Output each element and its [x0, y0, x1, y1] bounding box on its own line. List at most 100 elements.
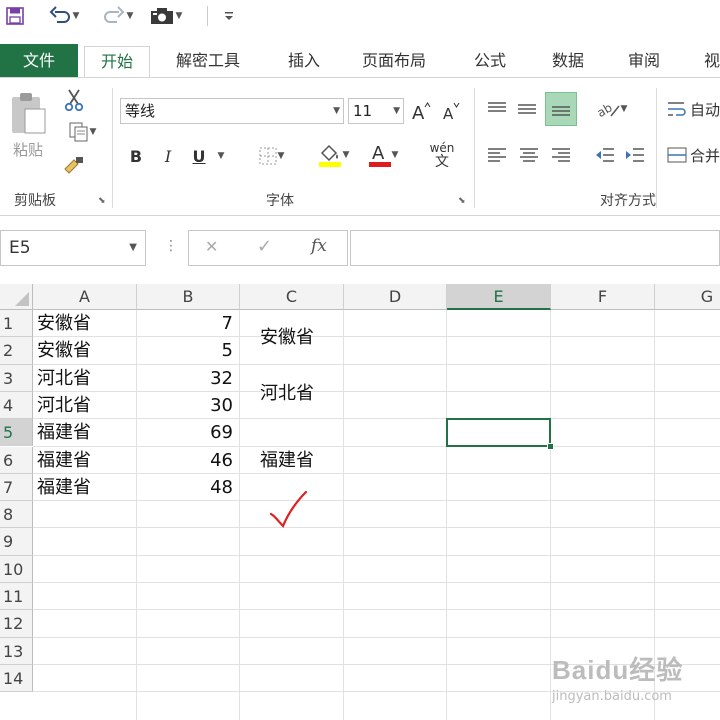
formula-bar-grip-icon[interactable]: ⋮ — [164, 238, 178, 254]
row-header-9[interactable]: 9 — [0, 528, 33, 556]
increase-font-size-icon[interactable]: A — [410, 98, 432, 124]
column-header-c[interactable]: C — [240, 284, 344, 310]
row-gridline — [33, 418, 720, 420]
cell-b4[interactable]: 30 — [139, 392, 233, 419]
borders-icon[interactable]: ▼ — [248, 144, 294, 168]
cell-a6[interactable]: 福建省 — [37, 447, 135, 474]
increase-indent-icon[interactable] — [622, 140, 648, 170]
cell-c-value-2[interactable]: 河北省 — [260, 380, 340, 407]
formula-buttons: ✕ ✓ fx — [188, 230, 348, 266]
column-header-d[interactable]: D — [344, 284, 447, 310]
name-box[interactable]: E5 ▼ — [0, 230, 146, 266]
column-header-g[interactable]: G — [655, 284, 720, 310]
group-divider — [656, 88, 657, 208]
row-header-8[interactable]: 8 — [0, 501, 33, 529]
tab-decrypt-tools[interactable]: 解密工具 — [160, 46, 256, 78]
row-header-7[interactable]: 7 — [0, 473, 33, 502]
align-left-icon[interactable] — [484, 140, 510, 170]
column-gridline — [136, 310, 137, 720]
align-right-icon[interactable] — [548, 140, 574, 170]
cell-a2[interactable]: 安徽省 — [37, 337, 135, 364]
tab-data[interactable]: 数据 — [536, 46, 600, 78]
phonetic-guide-button[interactable]: wén 文 — [420, 138, 464, 172]
decrease-indent-icon[interactable] — [592, 140, 618, 170]
fill-handle[interactable] — [547, 442, 554, 450]
font-name-select[interactable]: 等线 ▼ — [120, 98, 344, 124]
cell-a5[interactable]: 福建省 — [37, 419, 135, 446]
row-header-5[interactable]: 5 — [0, 419, 33, 447]
paste-button[interactable]: 粘贴 — [6, 138, 50, 160]
cell-b3[interactable]: 32 — [139, 365, 233, 392]
cell-b6[interactable]: 46 — [139, 447, 233, 474]
cell-b5[interactable]: 69 — [139, 419, 233, 446]
align-bottom-icon[interactable] — [545, 92, 577, 126]
format-painter-icon[interactable] — [60, 154, 88, 178]
redo-icon[interactable]: ▼ — [100, 4, 136, 28]
row-header-10[interactable]: 10 — [0, 555, 33, 583]
row-gridline — [33, 636, 720, 638]
tab-page-layout[interactable]: 页面布局 — [346, 46, 442, 78]
column-header-b[interactable]: B — [137, 284, 240, 310]
align-top-icon[interactable] — [484, 94, 510, 124]
clipboard-launcher-icon[interactable]: ⬊ — [98, 196, 108, 206]
font-size-select[interactable]: 11 ▼ — [348, 98, 404, 124]
paste-icon[interactable] — [6, 90, 50, 138]
undo-icon[interactable]: ▼ — [44, 4, 84, 28]
italic-button[interactable]: I — [158, 144, 178, 168]
selected-cell-outline[interactable] — [446, 418, 551, 448]
tab-home[interactable]: 开始 — [84, 46, 151, 78]
fill-color-icon[interactable]: ▼ — [310, 140, 356, 170]
column-header-e[interactable]: E — [447, 284, 551, 310]
align-middle-icon[interactable] — [514, 94, 540, 124]
column-header-a[interactable]: A — [33, 284, 137, 310]
font-color-icon[interactable]: A ▼ — [362, 140, 404, 170]
cell-b1[interactable]: 7 — [139, 310, 233, 337]
row-header-14[interactable]: 14 — [0, 664, 33, 693]
row-header-12[interactable]: 12 — [0, 610, 33, 638]
font-launcher-icon[interactable]: ⬊ — [458, 196, 468, 206]
row-header-3[interactable]: 3 — [0, 364, 33, 392]
cancel-icon[interactable]: ✕ — [205, 237, 218, 256]
camera-icon[interactable]: ▼ — [146, 4, 186, 28]
row-header-4[interactable]: 4 — [0, 391, 33, 420]
confirm-icon[interactable]: ✓ — [257, 236, 272, 257]
ribbon-tabs: 文件 开始 解密工具 插入 页面布局 公式 数据 审阅 视 — [0, 44, 720, 78]
tab-view[interactable]: 视 — [688, 46, 720, 78]
cell-a7[interactable]: 福建省 — [37, 474, 135, 501]
row-header-2[interactable]: 2 — [0, 337, 33, 365]
cell-b7[interactable]: 48 — [139, 474, 233, 501]
cut-icon[interactable] — [62, 88, 86, 112]
cell-a4[interactable]: 河北省 — [37, 392, 135, 419]
cell-b2[interactable]: 5 — [139, 337, 233, 364]
customize-icon[interactable] — [220, 4, 238, 28]
orientation-icon[interactable]: ab ▼ — [592, 94, 632, 124]
row-header-6[interactable]: 6 — [0, 446, 33, 474]
cell-c-value-3[interactable]: 福建省 — [260, 447, 340, 474]
copy-icon[interactable]: ▼ — [60, 120, 104, 144]
ribbon: 粘贴 ▼ 剪贴板 ⬊ 等线 ▼ 11 ▼ A A B I U ▼ ▼ ▼ A ▼ w… — [0, 77, 720, 216]
cell-c-value-1[interactable]: 安徽省 — [260, 324, 340, 351]
merge-center-button[interactable]: 合并 — [666, 140, 720, 170]
bold-button[interactable]: B — [126, 144, 146, 168]
formula-input[interactable] — [350, 230, 720, 266]
cell-a1[interactable]: 安徽省 — [37, 310, 135, 337]
tab-file[interactable]: 文件 — [0, 44, 78, 78]
row-header-11[interactable]: 11 — [0, 583, 33, 611]
tab-insert[interactable]: 插入 — [272, 46, 336, 78]
cell-a3[interactable]: 河北省 — [37, 365, 135, 392]
select-all-corner[interactable] — [0, 284, 33, 310]
decrease-font-size-icon[interactable]: A — [440, 98, 462, 124]
column-gridline — [446, 310, 447, 720]
underline-dropdown[interactable]: ▼ — [214, 144, 228, 168]
column-header-f[interactable]: F — [551, 284, 655, 310]
tab-review[interactable]: 审阅 — [612, 46, 676, 78]
insert-function-icon[interactable]: fx — [311, 236, 327, 256]
row-header-1[interactable]: 1 — [0, 310, 33, 338]
save-icon[interactable] — [4, 4, 26, 28]
wrap-text-button[interactable]: 自动 — [666, 94, 720, 124]
underline-button[interactable]: U — [188, 144, 210, 168]
align-center-icon[interactable] — [516, 140, 542, 170]
row-header-13[interactable]: 13 — [0, 637, 33, 665]
alignment-group-label: 对齐方式 — [600, 193, 656, 209]
tab-formulas[interactable]: 公式 — [458, 46, 522, 78]
